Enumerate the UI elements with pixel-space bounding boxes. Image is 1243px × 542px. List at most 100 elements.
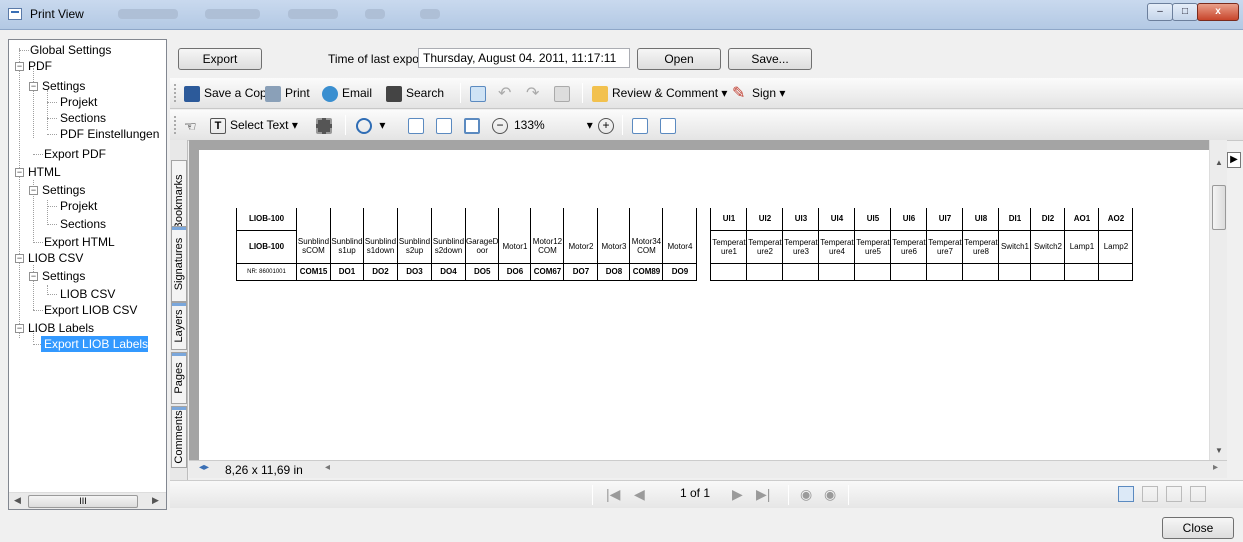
label-cell: LIOB-100 [236,229,297,264]
redo-button[interactable]: ↷ [526,85,546,102]
tree-pdf-einstellungen[interactable]: PDF Einstellungen [57,126,159,142]
collapse-icon[interactable]: − [29,272,38,281]
hand-tool-button[interactable]: ☜ [184,117,204,134]
single-page-icon[interactable] [1118,486,1134,502]
scroll-right-icon[interactable]: ▶ [152,495,159,506]
tree-horizontal-scrollbar[interactable]: ◀ III ▶ [9,492,166,509]
tree-html-settings[interactable]: Settings [39,182,85,198]
last-page-icon[interactable]: ▶| [756,486,770,503]
tree-export-liob-csv[interactable]: Export LIOB CSV [41,302,137,318]
scroll-up-icon[interactable]: ▲ [1215,158,1223,167]
spellcheck-button[interactable] [470,85,490,102]
tab-signatures[interactable]: Signatures [171,226,187,302]
continuous-icon[interactable] [1142,486,1158,502]
sign-button[interactable]: ✎ Sign ▾ [732,85,785,102]
review-comment-button[interactable]: Review & Comment ▾ [592,85,727,102]
label-cell [696,263,712,280]
close-window-button[interactable]: x [1197,3,1239,21]
collapse-icon[interactable]: − [15,62,24,71]
tree-sections[interactable]: Sections [57,110,106,126]
tab-layers[interactable]: Layers [171,302,187,350]
next-view-icon[interactable]: ◉ [824,486,836,503]
actual-size-button[interactable] [408,117,428,134]
rotate-counterclockwise-button[interactable] [660,117,680,134]
two-up-continuous-icon[interactable] [1190,486,1206,502]
tree-global-settings[interactable]: Global Settings [27,42,111,58]
label-cell [710,262,748,281]
two-up-icon[interactable] [1166,486,1182,502]
tree-pdf-settings[interactable]: Settings [39,78,85,94]
tree-liob-csv[interactable]: LIOB CSV [25,250,83,266]
rotate-clockwise-button[interactable] [632,117,652,134]
vertical-scroll-thumb[interactable] [1212,185,1226,230]
collapse-icon[interactable]: − [15,254,24,263]
label-cell: Motor4 [662,230,698,264]
collapse-icon[interactable]: − [15,324,24,333]
fit-width-button[interactable] [464,117,484,134]
zoom-out-button[interactable]: − [492,117,512,134]
scroll-left-icon[interactable]: ◂ [325,462,330,473]
tree-html-projekt[interactable]: Projekt [57,198,97,214]
fit-page-button[interactable] [436,117,456,134]
clipboard-button[interactable] [554,85,574,102]
minimize-button[interactable]: – [1147,3,1173,21]
tree-liob-labels[interactable]: LIOB Labels [25,320,94,336]
open-button[interactable]: Open [637,48,721,70]
tree-html[interactable]: HTML [25,164,61,180]
scroll-down-icon[interactable]: ▼ [1215,446,1223,455]
undo-button[interactable]: ↶ [498,85,518,102]
collapse-icon[interactable]: − [29,82,38,91]
collapse-icon[interactable]: − [15,168,24,177]
tree-export-pdf[interactable]: Export PDF [41,146,106,162]
zoom-select[interactable]: 133% ▾ [514,117,593,133]
label-cell: COM15 [296,262,331,281]
scroll-left-icon[interactable]: ◀ [14,495,21,506]
previous-page-icon[interactable]: ◀ [634,486,645,503]
status-bar: ◂▸ 8,26 x 11,69 in ◂ ▸ [189,460,1227,478]
zoom-tool-button[interactable]: ▾ [356,117,385,134]
export-button[interactable]: Export [178,48,262,70]
scroll-thumb[interactable]: III [28,495,138,508]
time-of-export-field[interactable]: Thursday, August 04. 2011, 11:17:11 [418,48,630,68]
printer-icon [265,85,281,102]
zoom-in-button[interactable]: + [598,117,618,134]
floppy-icon [184,85,200,102]
label-cell: Temperat ure1 [710,229,748,264]
previous-view-icon[interactable]: ◉ [800,486,812,503]
next-page-icon[interactable]: ▶ [732,486,743,503]
page-number-field[interactable]: 1 of 1 [652,484,714,504]
settings-tree[interactable]: Global Settings − PDF − Settings Projekt… [8,39,167,510]
tree-pdf[interactable]: PDF [25,58,52,74]
tab-comments[interactable]: Comments [171,406,187,468]
maximize-button[interactable]: □ [1172,3,1198,21]
label-cell [498,208,532,230]
text-cursor-icon: T [210,117,226,134]
blurred-title-text [118,9,178,19]
save-button[interactable]: Save... [728,48,812,70]
blurred-title-text [365,9,385,19]
tree-html-sections[interactable]: Sections [57,216,106,232]
tree-csv-settings[interactable]: Settings [39,268,85,284]
tree-csv-item[interactable]: LIOB CSV [57,286,115,302]
label-cell: LIOB-100 [236,208,297,231]
tree-export-html[interactable]: Export HTML [41,234,115,250]
document-view[interactable]: LIOB-100 UI1 UI2 UI3 UI4 UI5 UI6 UI7 UI8 DI1 DI2 AO… [189,140,1209,460]
select-text-button[interactable]: T Select Text ▾ [210,117,298,134]
vertical-scrollbar[interactable]: ▲ ▼ [1209,140,1227,460]
expand-navigation-icon[interactable]: ▶ [1227,152,1241,168]
label-cell: Sunblind s2down [431,230,466,264]
search-button[interactable]: Search [386,85,444,102]
tree-projekt[interactable]: Projekt [57,94,97,110]
snapshot-button[interactable] [316,117,336,134]
label-cell: AO2 [1098,208,1134,231]
first-page-icon[interactable]: |◀ [606,486,620,503]
scroll-right-icon[interactable]: ▸ [1213,462,1218,473]
label-cell: Motor12 COM [530,230,565,264]
email-button[interactable]: Email [322,85,372,102]
tree-export-liob-labels[interactable]: Export LIOB Labels [41,336,149,352]
close-button[interactable]: Close [1162,517,1234,539]
print-button[interactable]: Print [265,85,310,102]
save-copy-button[interactable]: Save a Copy [184,85,273,102]
tab-pages[interactable]: Pages [171,352,187,404]
collapse-icon[interactable]: − [29,186,38,195]
